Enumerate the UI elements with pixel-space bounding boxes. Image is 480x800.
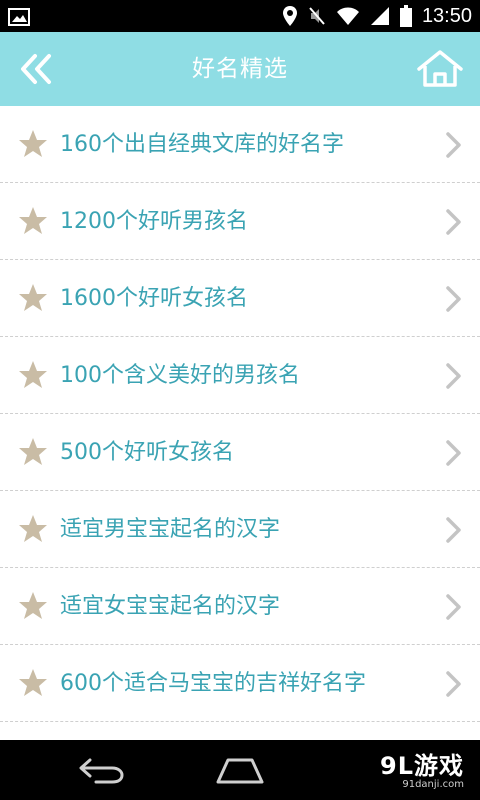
- chevron-right-icon: [446, 517, 461, 543]
- list-item-label: 1600个好听女孩名: [60, 286, 248, 311]
- list-item[interactable]: 160个出自经典文库的好名字: [0, 106, 480, 183]
- star-icon: [19, 207, 47, 234]
- home-button[interactable]: [414, 44, 466, 94]
- chevron-right-icon: [446, 671, 461, 697]
- list-item[interactable]: 1200个好听男孩名: [0, 183, 480, 260]
- star-icon: [19, 438, 47, 465]
- list-item-label: 适宜女宝宝起名的汉字: [60, 594, 281, 619]
- wifi-icon: [336, 7, 359, 25]
- star-icon: [19, 130, 47, 157]
- list-item-label: 适宜男宝宝起名的汉字: [60, 517, 281, 542]
- chevron-right-icon: [446, 132, 461, 158]
- location-icon: [282, 6, 297, 26]
- home-icon: [417, 50, 463, 87]
- list-item-label: 160个出自经典文库的好名字: [60, 132, 344, 157]
- list-item[interactable]: 适宜男宝宝起名的汉字: [0, 491, 480, 568]
- star-icon: [19, 669, 47, 696]
- list-item[interactable]: 500个好听女孩名: [0, 414, 480, 491]
- system-nav-bar: 9L游戏 91danji.com: [0, 740, 480, 800]
- star-icon: [19, 515, 47, 542]
- star-icon: [19, 592, 47, 619]
- chevron-right-icon: [446, 363, 461, 389]
- chevron-right-icon: [446, 594, 461, 620]
- list-item[interactable]: 1600个好听女孩名: [0, 260, 480, 337]
- watermark-logo: 9L游戏: [380, 752, 464, 780]
- list-item-label: 100个含义美好的男孩名: [60, 363, 300, 388]
- star-icon: [19, 284, 47, 311]
- chevron-right-icon: [446, 286, 461, 312]
- chevron-right-icon: [446, 440, 461, 466]
- chevron-right-icon: [446, 209, 461, 235]
- signal-icon: [370, 7, 389, 25]
- list-item-label: 600个适合马宝宝的吉祥好名字: [60, 671, 366, 696]
- status-bar: 13:50: [0, 0, 480, 32]
- status-time: 13:50: [421, 4, 472, 27]
- list-item[interactable]: 600个适合马宝宝的吉祥好名字: [0, 645, 480, 722]
- status-icons: 13:50: [282, 0, 472, 32]
- image-icon: [8, 8, 30, 26]
- watermark: 9L游戏 91danji.com: [380, 746, 464, 790]
- list-item-label: 1200个好听男孩名: [60, 209, 248, 234]
- list-item[interactable]: 100个含义美好的男孩名: [0, 337, 480, 414]
- back-arrow-icon[interactable]: [76, 754, 126, 786]
- list-item[interactable]: 适宜女宝宝起名的汉字: [0, 568, 480, 645]
- name-category-list: 160个出自经典文库的好名字 1200个好听男孩名 1600个好听女孩名 100…: [0, 106, 480, 740]
- list-item-label: 500个好听女孩名: [60, 440, 234, 465]
- battery-icon: [399, 5, 412, 27]
- mute-icon: [309, 7, 325, 25]
- star-icon: [19, 361, 47, 388]
- page-title: 好名精选: [192, 56, 288, 82]
- home-outline-icon[interactable]: [214, 754, 266, 786]
- app-bar: 好名精选: [0, 32, 480, 106]
